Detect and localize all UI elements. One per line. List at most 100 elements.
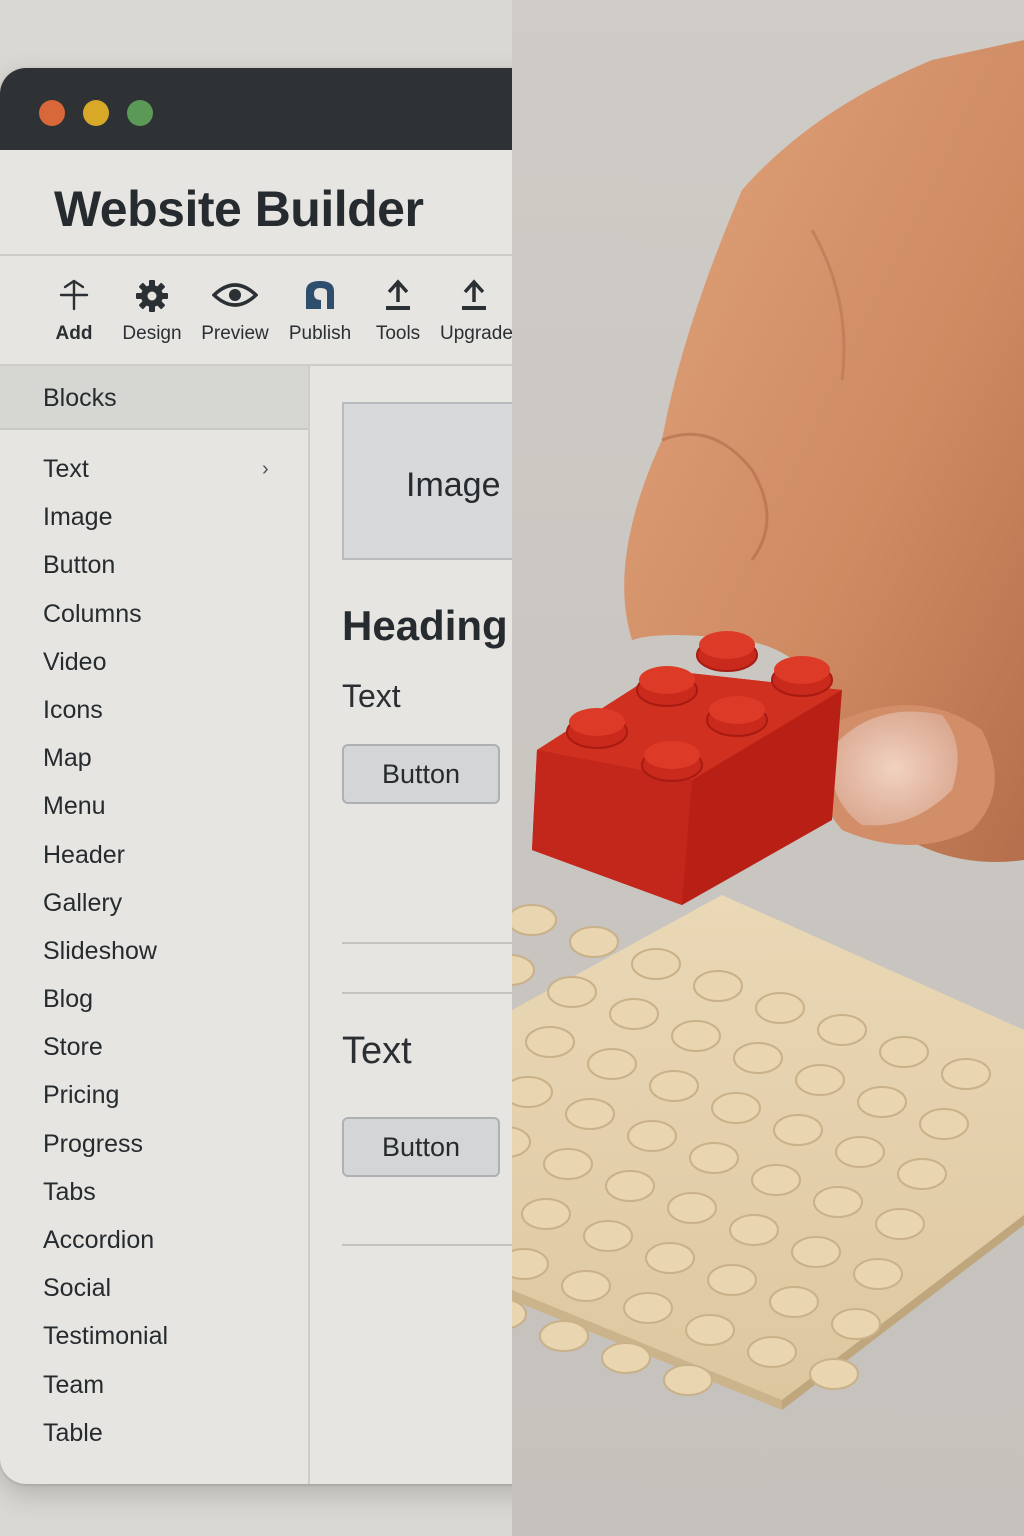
baseplate-stud [755,992,805,1024]
baseplate-stud [693,970,743,1002]
block-item-slideshow[interactable]: Slideshow [0,932,308,980]
button-block[interactable]: Button [342,1117,500,1177]
close-window-button[interactable] [39,100,65,126]
tools-button[interactable]: Tools [374,278,422,345]
app-title: Website Builder [54,181,424,237]
baseplate-stud [623,1292,673,1324]
minimize-window-button[interactable] [83,100,109,126]
block-list: Text › Image Button Columns Video Icons M… [0,450,308,1462]
baseplate-stud [707,1264,757,1296]
block-item-team[interactable]: Team [0,1366,308,1414]
upgrade-button[interactable]: Upgrade [440,278,512,345]
baseplate-stud [609,998,659,1030]
baseplate-stud [879,1036,929,1068]
block-item-header[interactable]: Header [0,836,308,884]
add-icon [52,278,96,316]
block-item-video[interactable]: Video [0,643,308,691]
baseplate-stud [919,1108,969,1140]
heading-block[interactable]: Heading [342,602,508,650]
block-item-social[interactable]: Social [0,1269,308,1317]
baseplate-stud [791,1236,841,1268]
block-item-map[interactable]: Map [0,739,308,787]
block-item-testimonial[interactable]: Testimonial [0,1317,308,1365]
block-item-text[interactable]: Text › [0,450,308,498]
tan-lego-baseplate [512,895,1024,1410]
baseplate-stud [645,1242,695,1274]
gear-icon [118,278,186,316]
window-titlebar [0,68,512,150]
block-item-store[interactable]: Store [0,1028,308,1076]
blocks-sidebar: Blocks Text › Image Button Columns Video … [0,366,310,1484]
baseplate-stud [569,926,619,958]
baseplate-stud [897,1158,947,1190]
design-button[interactable]: Design [118,278,186,345]
baseplate-stud [747,1336,797,1368]
baseplate-stud [627,1120,677,1152]
baseplate-stud [813,1186,863,1218]
toolbar: Add Design Preview Publish Tools Upgrade [0,256,512,366]
baseplate-stud [667,1192,717,1224]
text-block[interactable]: Text [342,1030,412,1073]
maximize-window-button[interactable] [127,100,153,126]
add-button[interactable]: Add [52,278,96,345]
editor-canvas: Image Heading Text Button Text Button [310,366,512,1484]
block-item-progress[interactable]: Progress [0,1125,308,1173]
publish-button[interactable]: Publish [288,278,352,345]
baseplate-stud [795,1064,845,1096]
baseplate-stud [583,1220,633,1252]
design-label: Design [122,323,182,344]
block-item-columns[interactable]: Columns [0,595,308,643]
block-item-image[interactable]: Image [0,498,308,546]
baseplate-stud [857,1086,907,1118]
baseplate-stud [601,1342,651,1374]
block-item-accordion[interactable]: Accordion [0,1221,308,1269]
baseplate-stud [809,1358,859,1390]
baseplate-stud [561,1270,611,1302]
block-item-table[interactable]: Table [0,1414,308,1462]
baseplate-stud [649,1070,699,1102]
blocks-header-label: Blocks [43,384,117,412]
preview-label: Preview [201,323,269,344]
red-lego-brick [532,631,842,905]
baseplate-stud [663,1364,713,1396]
baseplate-stud [711,1092,761,1124]
baseplate-stud [831,1308,881,1340]
baseplate-stud [512,1076,553,1108]
baseplate-stud [521,1198,571,1230]
app-window: Website Builder Add Design Preview Publi… [0,68,512,1484]
baseplate-stud [512,904,557,936]
tools-label: Tools [375,323,421,344]
baseplate-stud [685,1314,735,1346]
publish-label: Publish [288,323,352,344]
upgrade-label: Upgrade [440,323,512,344]
section-divider [342,992,512,994]
baseplate-stud [547,976,597,1008]
baseplate-stud [543,1148,593,1180]
baseplate-stud [631,948,681,980]
baseplate-stud [539,1320,589,1352]
baseplate-stud [875,1208,925,1240]
baseplate-stud [512,1248,549,1280]
preview-button[interactable]: Preview [200,278,270,345]
baseplate-stud [587,1048,637,1080]
baseplate-stud [525,1026,575,1058]
add-label: Add [55,323,93,344]
block-item-button[interactable]: Button [0,546,308,594]
block-item-blog[interactable]: Blog [0,980,308,1028]
block-item-pricing[interactable]: Pricing [0,1076,308,1124]
block-item-tabs[interactable]: Tabs [0,1173,308,1221]
baseplate-stud [941,1058,991,1090]
block-item-icons[interactable]: Icons [0,691,308,739]
baseplate-stud [751,1164,801,1196]
block-item-menu[interactable]: Menu [0,787,308,835]
section-divider [342,1244,512,1246]
baseplate-stud [512,954,535,986]
button-block[interactable]: Button [342,744,500,804]
text-block[interactable]: Text [342,678,401,715]
baseplate-stud [671,1020,721,1052]
lego-photo [512,0,1024,1536]
image-block-placeholder[interactable]: Image [342,402,512,560]
baseplate-stud [729,1214,779,1246]
block-item-gallery[interactable]: Gallery [0,884,308,932]
baseplate-stud [565,1098,615,1130]
